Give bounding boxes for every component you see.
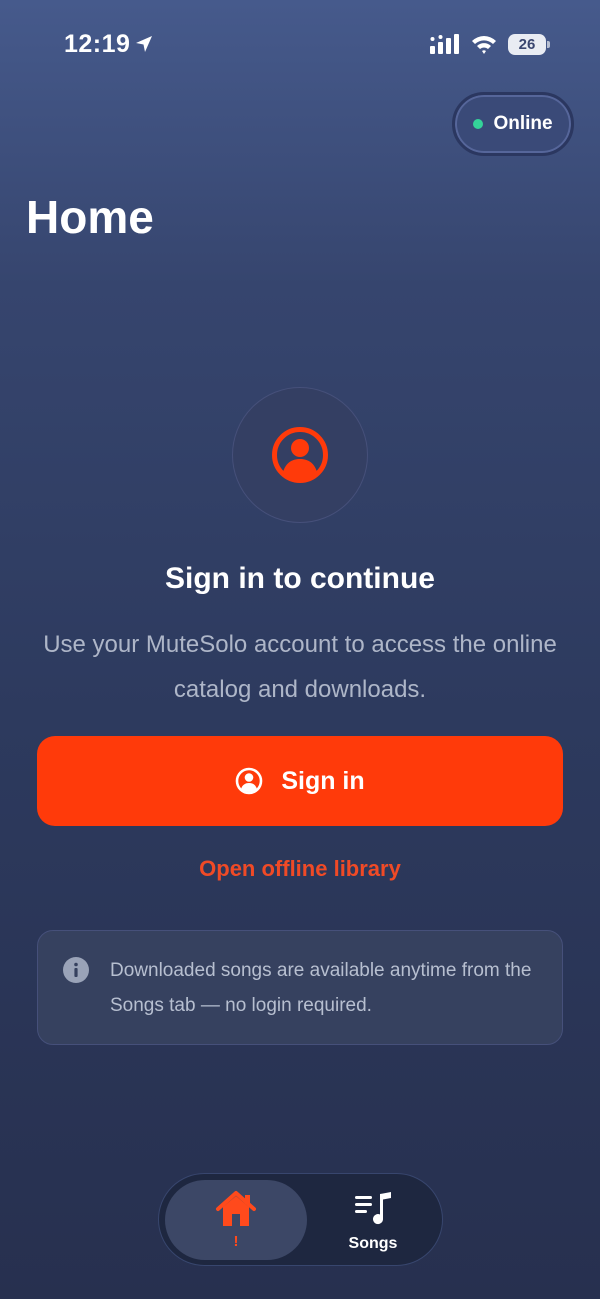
sign-in-button[interactable]: Sign in: [37, 736, 563, 826]
signin-headline: Sign in to continue: [165, 562, 435, 595]
status-time: 12:19: [64, 30, 131, 58]
user-circle-icon: [272, 427, 328, 483]
home-icon: [216, 1191, 256, 1226]
avatar: [232, 387, 368, 523]
sign-in-label: Sign in: [281, 766, 365, 795]
tab-songs[interactable]: Songs: [309, 1180, 437, 1260]
info-text: Downloaded songs are available anytime f…: [110, 960, 532, 1016]
wifi-icon: [472, 36, 496, 54]
tab-home-label: !: [233, 1233, 239, 1250]
tab-home[interactable]: !: [165, 1180, 307, 1260]
info-icon: [63, 957, 89, 983]
online-dot-icon: [473, 119, 484, 129]
online-status-label: Online: [493, 113, 553, 134]
music-list-icon: [355, 1192, 391, 1225]
signal-icon: [430, 34, 459, 54]
location-arrow-icon: [136, 36, 152, 52]
tab-songs-label: Songs: [348, 1235, 398, 1252]
user-circle-icon: [236, 767, 263, 795]
tab-bar: ! Songs: [158, 1173, 443, 1266]
battery-level: 26: [508, 34, 546, 55]
open-offline-library-link[interactable]: Open offline library: [0, 856, 600, 882]
info-card: Downloaded songs are available anytime f…: [37, 930, 563, 1045]
online-status-pill[interactable]: Online: [452, 92, 574, 156]
battery-nub: [547, 41, 550, 48]
page-title: Home: [26, 191, 154, 243]
status-bar: 12:19 26: [0, 0, 600, 90]
signin-description: Use your MuteSolo account to access the …: [43, 631, 557, 703]
battery-icon: 26: [508, 34, 550, 56]
